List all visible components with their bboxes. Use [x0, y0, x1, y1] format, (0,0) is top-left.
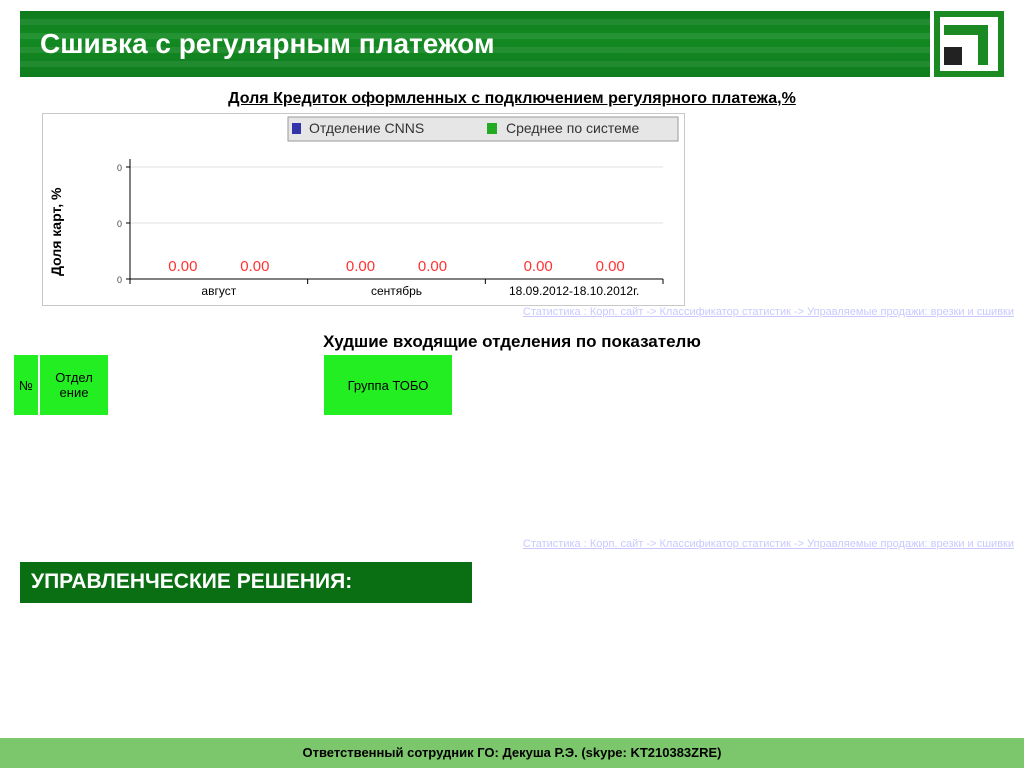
y-tick-label: 0 — [117, 163, 122, 173]
chart-container: Отделение CNNS Среднее по системе Доля к… — [42, 113, 685, 306]
table-header-number: № — [14, 355, 38, 415]
footer: Ответственный сотрудник ГО: Декуша Р.Э. … — [0, 738, 1024, 768]
data-label: 0.00 — [524, 258, 553, 275]
bank-logo — [934, 11, 1004, 77]
data-label: 0.00 — [346, 258, 375, 275]
chart-legend: Отделение CNNS Среднее по системе — [287, 116, 679, 142]
y-tick-label: 0 — [117, 219, 122, 229]
management-decisions-banner: УПРАВЛЕНЧЕСКИЕ РЕШЕНИЯ: — [20, 562, 472, 603]
bar-chart: Отделение CNNS Среднее по системе Доля к… — [48, 116, 679, 298]
legend-swatch-1 — [487, 123, 497, 134]
x-tick-label: сентябрь — [371, 284, 422, 298]
data-label: 0.00 — [240, 258, 269, 275]
table-header-group: Группа ТОБО — [324, 355, 452, 415]
source-link-1[interactable]: Статистика : Корп. сайт -> Классификатор… — [523, 306, 1014, 318]
y-axis-label: Доля карт, % — [48, 187, 64, 276]
data-label: 0.00 — [168, 258, 197, 275]
legend-label-1: Среднее по системе — [506, 120, 639, 136]
header-banner: Сшивка с регулярным платежом — [20, 11, 930, 77]
footer-text: Ответственный сотрудник ГО: Декуша Р.Э. … — [302, 745, 722, 760]
x-tick-label: август — [201, 284, 236, 298]
source-link-2[interactable]: Статистика : Корп. сайт -> Классификатор… — [523, 538, 1014, 550]
x-tick-label: 18.09.2012-18.10.2012г. — [509, 284, 639, 298]
chart-title: Доля Кредиток оформленных с подключением… — [228, 90, 796, 107]
data-label: 0.00 — [596, 258, 625, 275]
worst-departments-title: Худшие входящие отделения по показателю — [323, 332, 701, 351]
data-label: 0.00 — [418, 258, 447, 275]
table-header-department: Отдел ение — [40, 355, 108, 415]
y-tick-label: 0 — [117, 275, 122, 285]
page-title: Сшивка с регулярным платежом — [40, 28, 495, 59]
legend-label-0: Отделение CNNS — [309, 120, 424, 136]
legend-swatch-0 — [292, 123, 301, 134]
management-decisions-label: УПРАВЛЕНЧЕСКИЕ РЕШЕНИЯ: — [31, 570, 353, 593]
